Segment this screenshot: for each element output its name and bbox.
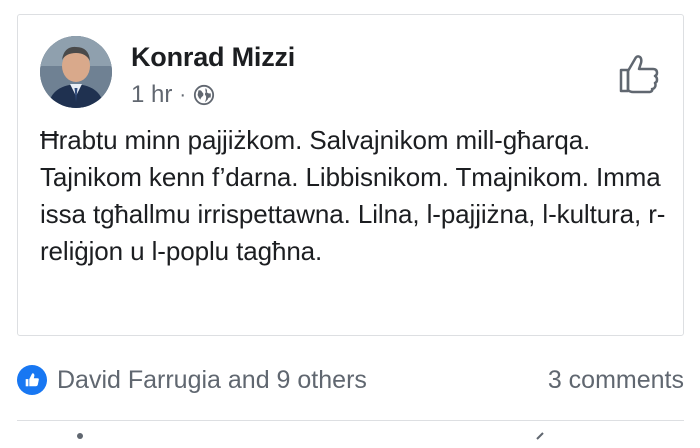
share-action-icon[interactable] [535, 431, 545, 441]
divider [17, 420, 684, 421]
action-row [17, 428, 684, 448]
profile-photo [40, 36, 112, 108]
post-time[interactable]: 1 hr [131, 81, 172, 109]
reaction-names: David Farrugia and 9 others [57, 365, 367, 394]
comments-count[interactable]: 3 comments [548, 366, 684, 395]
author-name[interactable]: Konrad Mizzi [131, 42, 295, 73]
like-action-icon[interactable] [75, 431, 85, 441]
post-meta: 1 hr · [131, 81, 215, 109]
globe-icon[interactable] [193, 84, 215, 106]
reaction-summary[interactable]: David Farrugia and 9 others [17, 365, 367, 395]
avatar[interactable] [40, 36, 112, 108]
like-icon[interactable] [617, 51, 661, 95]
like-reaction-icon [17, 365, 47, 395]
post-text: Ħrabtu minn pajjiżkom. Salvajnikom mill-… [40, 125, 666, 266]
reactions-bar: David Farrugia and 9 others 3 comments [17, 360, 684, 400]
meta-separator: · [179, 84, 187, 106]
post-card: Konrad Mizzi 1 hr · Ħrabtu minn pajjiżko… [17, 14, 684, 336]
